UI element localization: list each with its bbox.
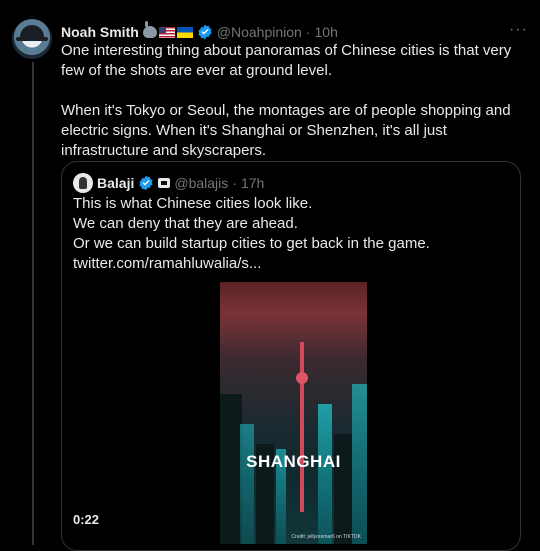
name-emojis	[142, 21, 193, 38]
video-credit: Credit: jellyoremar6 on TIKTOK	[291, 534, 361, 540]
author-name[interactable]: Noah Smith	[61, 24, 139, 40]
quoted-tweet-text: This is what Chinese cities look like. W…	[73, 194, 509, 274]
tweet-header: Noah Smith @Noahpinion · 10h	[61, 21, 528, 42]
hat-brim-shape	[16, 37, 48, 41]
quoted-tweet[interactable]: Balaji @balajis · 17h This is what Chine…	[61, 161, 521, 551]
tweet-text: One interesting thing about panoramas of…	[61, 41, 527, 181]
quoted-author-avatar[interactable]	[73, 173, 93, 193]
quoted-author-handle[interactable]: @balajis	[174, 175, 228, 191]
ukraine-flag-icon	[176, 26, 193, 38]
quoted-text-line: This is what Chinese cities look like.	[73, 195, 313, 212]
thread-line	[32, 62, 34, 545]
author-avatar[interactable]	[12, 19, 52, 59]
quoted-tweet-header: Balaji @balajis · 17h	[73, 173, 264, 193]
tweet-paragraph: When it's Tokyo or Seoul, the montages a…	[61, 102, 511, 159]
quoted-link[interactable]: twitter.com/ramahluwalia/s...	[73, 254, 509, 274]
building-shape	[240, 424, 254, 544]
more-options-icon[interactable]: ···	[509, 21, 528, 39]
dot-separator: ·	[232, 175, 237, 191]
video-overlay-text: SHANGHAI	[246, 452, 341, 471]
building-shape	[318, 404, 332, 544]
rabbit-icon	[142, 21, 157, 38]
building-shape	[334, 434, 352, 544]
us-flag-icon	[158, 26, 175, 38]
dot-separator: ·	[305, 24, 311, 40]
author-handle[interactable]: @Noahpinion	[217, 24, 302, 40]
tweet-paragraph: One interesting thing about panoramas of…	[61, 42, 512, 79]
quoted-text-line: We can deny that they are ahead.	[73, 215, 298, 232]
verified-badge-icon	[198, 24, 212, 40]
video-player[interactable]: SHANGHAI Credit: jellyoremar6 on TIKTOK	[220, 282, 367, 544]
tower-shape	[296, 342, 308, 512]
affiliate-badge-icon	[158, 178, 171, 188]
tweet-time[interactable]: 10h	[315, 24, 338, 40]
verified-badge-icon	[139, 175, 153, 191]
quoted-tweet-time[interactable]: 17h	[241, 175, 264, 191]
quoted-author-name[interactable]: Balaji	[97, 175, 134, 191]
quoted-text-line: Or we can build startup cities to get ba…	[73, 235, 430, 252]
video-duration: 0:22	[73, 512, 100, 527]
